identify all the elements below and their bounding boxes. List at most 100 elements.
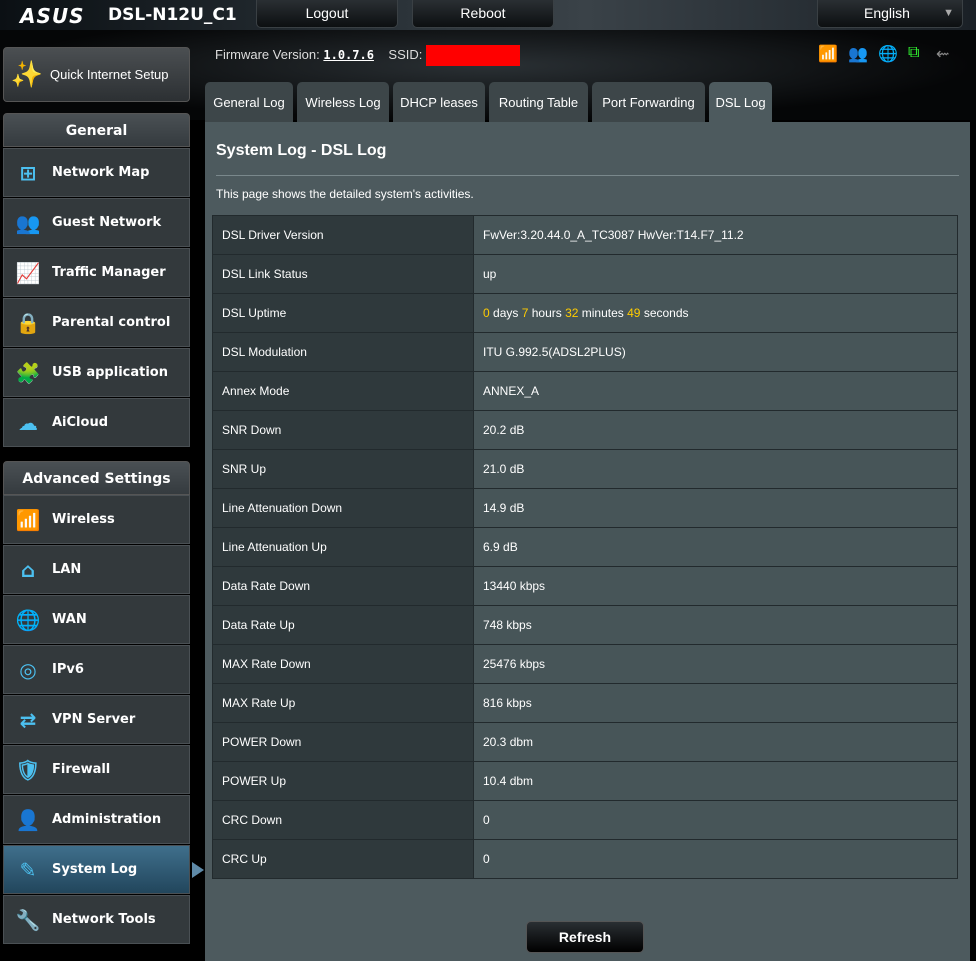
logout-button[interactable]: Logout (256, 0, 398, 28)
ssid-label: SSID: (388, 46, 423, 62)
page-title: System Log - DSL Log (216, 142, 387, 159)
wrench-icon: 🔧 (15, 907, 41, 932)
uptime-hours-label: hours (528, 306, 566, 320)
sidebar-item-label: Wireless (52, 512, 115, 527)
row-value: ITU G.992.5(ADSL2PLUS) (473, 332, 958, 372)
uptime-minutes: 32 (565, 306, 579, 320)
row-label: POWER Down (212, 722, 474, 762)
row-value: 13440 kbps (473, 566, 958, 606)
sidebar-item-aicloud[interactable]: ☁ AiCloud (3, 398, 190, 447)
sidebar-item-label: LAN (52, 562, 82, 577)
sidebar-item-label: System Log (52, 862, 138, 877)
guest-network-icon: 👥 (15, 210, 41, 235)
edit-log-icon: ✎ (19, 857, 37, 882)
row-label: SNR Down (212, 410, 474, 450)
table-row: POWER Down 20.3 dbm (212, 722, 958, 762)
firmware-link[interactable]: 1.0.7.6 (323, 48, 374, 62)
cloud-icon: ☁ (18, 410, 38, 435)
table-row: MAX Rate Down 25476 kbps (212, 644, 958, 684)
sidebar-item-network-tools[interactable]: 🔧 Network Tools (3, 895, 190, 944)
language-value: English (864, 5, 910, 21)
wifi-status-icon[interactable]: 📶 (818, 44, 838, 64)
devices-icon[interactable]: ⧉ (908, 44, 919, 62)
tab-dhcp-leases[interactable]: DHCP leases (393, 82, 485, 122)
uptime-days: 0 (483, 306, 490, 320)
row-label: Line Attenuation Down (212, 488, 474, 528)
sidebar-item-guest-network[interactable]: 👥 Guest Network (3, 198, 190, 247)
uptime-days-label: days (489, 306, 522, 320)
home-icon: ⌂ (20, 557, 36, 582)
row-label: MAX Rate Down (212, 644, 474, 684)
table-row: MAX Rate Up 816 kbps (212, 683, 958, 723)
sidebar-item-usb-application[interactable]: 🧩 USB application (3, 348, 190, 397)
firmware-label: Firmware Version: (215, 46, 320, 62)
chevron-down-icon: ▼ (943, 7, 954, 19)
row-label: Line Attenuation Up (212, 527, 474, 567)
row-value: 0 (473, 800, 958, 840)
row-value: up (473, 254, 958, 294)
tab-routing-table[interactable]: Routing Table (489, 82, 588, 122)
puzzle-icon: 🧩 (15, 360, 41, 385)
sidebar-item-administration[interactable]: 👤 Administration (3, 795, 190, 844)
table-row: Line Attenuation Down 14.9 dB (212, 488, 958, 528)
guest-clients-icon[interactable]: 👥 (848, 44, 868, 64)
internet-globe-icon[interactable]: 🌐 (878, 44, 898, 64)
sidebar-item-label: Administration (52, 812, 162, 827)
sidebar-item-label: Traffic Manager (52, 265, 166, 280)
model-name: DSL-N12U_C1 (108, 5, 237, 25)
tab-port-forwarding[interactable]: Port Forwarding (592, 82, 705, 122)
divider (216, 175, 959, 176)
row-label: POWER Up (212, 761, 474, 801)
sidebar-item-network-map[interactable]: ⊞ Network Map (3, 148, 190, 197)
refresh-button[interactable]: Refresh (526, 921, 644, 953)
reboot-button[interactable]: Reboot (412, 0, 554, 28)
row-label: CRC Up (212, 839, 474, 879)
lock-icon: 🔒 (15, 310, 41, 335)
row-label: DSL Driver Version (212, 215, 474, 255)
row-label: DSL Link Status (212, 254, 474, 294)
firmware-info: Firmware Version: 1.0.7.6 SSID: (215, 45, 521, 66)
row-value: 14.9 dB (473, 488, 958, 528)
uptime-seconds: 49 (627, 306, 641, 320)
sidebar-item-lan[interactable]: ⌂ LAN (3, 545, 190, 594)
table-row: Data Rate Up 748 kbps (212, 605, 958, 645)
language-select[interactable]: English ▼ (817, 0, 963, 28)
sidebar-item-traffic-manager[interactable]: 📈 Traffic Manager (3, 248, 190, 297)
sidebar-item-parental-control[interactable]: 🔒 Parental control (3, 298, 190, 347)
sidebar-item-vpn-server[interactable]: ⇄ VPN Server (3, 695, 190, 744)
row-label: Data Rate Down (212, 566, 474, 606)
tab-general-log[interactable]: General Log (205, 82, 293, 122)
sidebar-item-ipv6[interactable]: ◎ IPv6 (3, 645, 190, 694)
sidebar-item-system-log[interactable]: ✎ System Log (3, 845, 190, 894)
ipv6-icon: ◎ (19, 657, 37, 682)
sidebar-item-label: VPN Server (52, 712, 136, 727)
tab-dsl-log[interactable]: DSL Log (709, 82, 772, 122)
table-row: CRC Down 0 (212, 800, 958, 840)
sidebar-item-label: Firewall (52, 762, 111, 777)
table-row: SNR Down 20.2 dB (212, 410, 958, 450)
table-row: Line Attenuation Up 6.9 dB (212, 527, 958, 567)
table-row: CRC Up 0 (212, 839, 958, 879)
advanced-settings-header: Advanced Settings (3, 461, 190, 495)
sidebar-item-wan[interactable]: 🌐 WAN (3, 595, 190, 644)
general-header: General (3, 113, 190, 147)
row-value: 21.0 dB (473, 449, 958, 489)
sidebar-item-firewall[interactable]: 🛡 Firewall (3, 745, 190, 794)
network-map-icon: ⊞ (19, 160, 37, 185)
wifi-icon: 📶 (15, 507, 41, 532)
row-value: 816 kbps (473, 683, 958, 723)
table-row: POWER Up 10.4 dbm (212, 761, 958, 801)
sidebar-item-wireless[interactable]: 📶 Wireless (3, 495, 190, 544)
selected-arrow-icon (192, 862, 204, 878)
table-row: SNR Up 21.0 dB (212, 449, 958, 489)
tab-wireless-log[interactable]: Wireless Log (297, 82, 389, 122)
table-row: DSL Link Status up (212, 254, 958, 294)
magic-wand-icon: ✨ (10, 59, 44, 89)
row-value: 20.2 dB (473, 410, 958, 450)
usb-icon[interactable]: ⇜ (936, 44, 949, 64)
content-panel: System Log - DSL Log This page shows the… (205, 122, 970, 961)
row-label: DSL Uptime (212, 293, 474, 333)
quick-internet-setup-button[interactable]: ✨ Quick Internet Setup (3, 47, 190, 102)
sidebar-item-label: Network Tools (52, 912, 156, 927)
row-label: Data Rate Up (212, 605, 474, 645)
